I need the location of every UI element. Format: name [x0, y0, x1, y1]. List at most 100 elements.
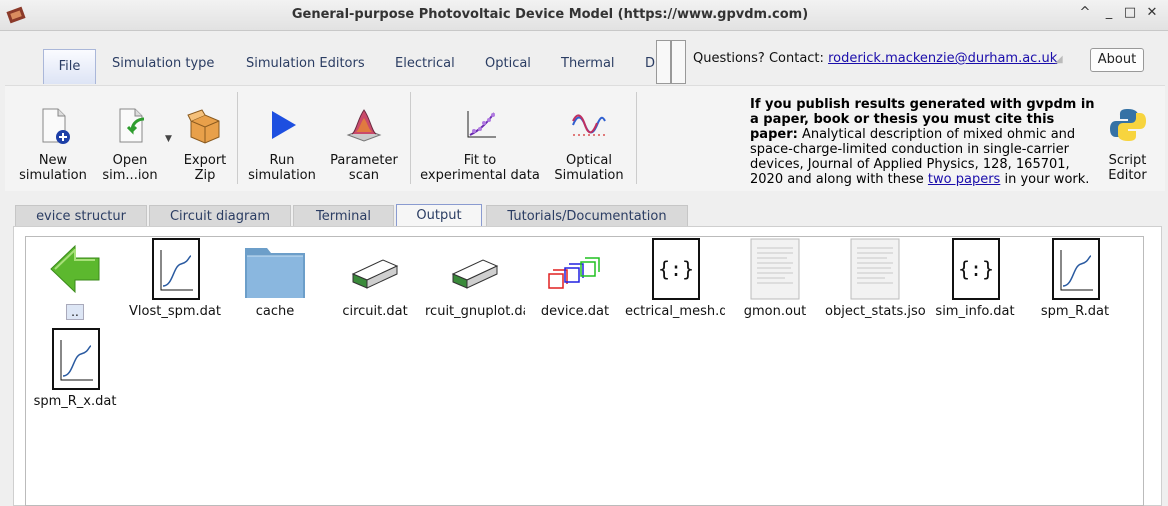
tab-scroll-right[interactable]: [671, 40, 686, 84]
tab-terminal[interactable]: Terminal: [293, 205, 394, 228]
python-icon: [1109, 109, 1146, 141]
optical-simulation-button[interactable]: Optical Simulation: [552, 105, 626, 183]
about-button[interactable]: About: [1090, 48, 1144, 72]
fit-label-1: Fit to: [463, 153, 497, 168]
file-name: rcuit_gnuplot.da: [425, 304, 525, 319]
tab-circuit-diagram[interactable]: Circuit diagram: [149, 205, 291, 228]
file-item[interactable]: circuit.dat: [325, 238, 425, 319]
file-name: cache: [255, 304, 295, 319]
open-simulation-label-1: Open: [112, 153, 148, 168]
folder-icon: [245, 238, 305, 300]
window-title: General-purpose Photovoltaic Device Mode…: [291, 7, 809, 22]
tab-file[interactable]: File: [43, 49, 96, 84]
optical-simulation-label-2: Simulation: [554, 168, 624, 183]
file-name: sim_info.dat: [935, 304, 1015, 319]
run-simulation-label-1: Run: [269, 153, 295, 168]
tab-scroll-left[interactable]: [656, 40, 671, 84]
tab-thermal[interactable]: Thermal: [553, 51, 623, 84]
file-item[interactable]: spm_R_x.dat: [25, 328, 125, 409]
file-item[interactable]: gmon.out: [725, 238, 825, 319]
file-item[interactable]: Vlost_spm.dat: [125, 238, 225, 319]
file-name: Vlost_spm.dat: [129, 304, 221, 319]
size-grip-icon: ◢: [1055, 54, 1063, 65]
svg-text:{:}: {:}: [658, 257, 694, 281]
shade-button[interactable]: ^: [1076, 5, 1094, 25]
new-simulation-label-2: simulation: [19, 168, 87, 183]
maximize-button[interactable]: □: [1121, 5, 1139, 25]
optical-simulation-label-1: Optical: [566, 153, 612, 168]
run-simulation-button[interactable]: Run simulation: [244, 105, 320, 183]
file-item[interactable]: cache: [225, 238, 325, 319]
toolbar-divider: [636, 92, 637, 184]
svg-text:{:}: {:}: [958, 257, 994, 281]
tab-scroll-buttons[interactable]: [656, 40, 686, 84]
tab-device-structure[interactable]: evice structur: [15, 205, 147, 228]
surface-plot-icon: [346, 109, 382, 142]
fit-experimental-data-button[interactable]: Fit to experimental data: [418, 105, 542, 183]
file-item[interactable]: {:} sim_info.dat: [925, 238, 1025, 319]
file-item[interactable]: device.dat: [525, 238, 625, 319]
fit-label-2: experimental data: [420, 168, 540, 183]
fit-graph-icon: [467, 111, 496, 138]
back-arrow-icon: [45, 238, 105, 300]
file-name: spm_R_x.dat: [33, 394, 117, 409]
file-name: ..: [66, 304, 84, 320]
parameter-scan-label-2: scan: [348, 168, 380, 183]
file-name: object_stats.json: [825, 304, 925, 319]
file-name: gmon.out: [743, 304, 807, 319]
tab-simulation-editors[interactable]: Simulation Editors: [238, 51, 373, 84]
script-editor-label-1: Script: [1108, 153, 1147, 168]
toolbar-divider: [237, 92, 238, 184]
close-button[interactable]: ✕: [1143, 5, 1161, 25]
plot-file-icon: [45, 328, 105, 390]
open-simulation-label-2: sim...ion: [102, 168, 158, 183]
script-editor-label-2: Editor: [1108, 168, 1147, 183]
json-file-icon: {:}: [645, 238, 705, 300]
tab-tutorials-documentation[interactable]: Tutorials/Documentation: [486, 205, 688, 228]
run-simulation-label-2: simulation: [248, 168, 316, 183]
file-item[interactable]: ..: [25, 238, 125, 324]
file-item[interactable]: {:} ectrical_mesh.d: [625, 238, 725, 319]
new-document-icon: [42, 108, 70, 144]
file-item[interactable]: spm_R.dat: [1025, 238, 1125, 319]
contact-prefix: Questions? Contact:: [693, 51, 824, 66]
parameter-scan-button[interactable]: Parameter scan: [326, 105, 402, 183]
toolbar-divider: [410, 92, 411, 184]
file-name: ectrical_mesh.d: [625, 304, 725, 319]
file-item[interactable]: object_stats.json: [825, 238, 925, 319]
device-cubes-icon: [545, 238, 605, 300]
block-icon: [445, 238, 505, 300]
text-file-icon: [745, 238, 805, 300]
open-dropdown-arrow-icon[interactable]: ▼: [165, 134, 172, 144]
new-simulation-button[interactable]: New simulation: [15, 105, 91, 183]
open-simulation-button[interactable]: Open sim...ion: [98, 105, 162, 183]
tab-optical[interactable]: Optical: [477, 51, 539, 84]
file-item[interactable]: rcuit_gnuplot.da: [425, 238, 525, 319]
contact-email-link[interactable]: roderick.mackenzie@durham.ac.uk: [828, 51, 1057, 66]
citation-tail: in your work.: [1000, 172, 1090, 187]
block-icon: [345, 238, 405, 300]
file-name: circuit.dat: [342, 304, 408, 319]
optical-wave-icon: [572, 114, 606, 136]
tab-electrical[interactable]: Electrical: [387, 51, 463, 84]
play-icon: [272, 111, 296, 139]
file-name: device.dat: [540, 304, 610, 319]
parameter-scan-label-1: Parameter: [330, 153, 398, 168]
export-zip-label-2: Zip: [194, 168, 216, 183]
citation-notice: If you publish results generated with gv…: [750, 97, 1100, 187]
open-document-icon: [119, 108, 145, 143]
json-file-icon: {:}: [945, 238, 1005, 300]
export-zip-button[interactable]: Export Zip: [180, 105, 230, 183]
tab-output[interactable]: Output: [396, 204, 482, 228]
script-editor-button[interactable]: Script Editor: [1100, 105, 1155, 183]
contact-line: Questions? Contact: roderick.mackenzie@d…: [693, 51, 1057, 66]
file-name: spm_R.dat: [1040, 304, 1110, 319]
tab-simulation-type[interactable]: Simulation type: [104, 51, 222, 84]
text-file-icon: [845, 238, 905, 300]
new-simulation-label-1: New: [38, 153, 68, 168]
two-papers-link[interactable]: two papers: [928, 172, 1000, 187]
plot-file-icon: [145, 238, 205, 300]
minimize-button[interactable]: _: [1100, 5, 1118, 25]
plot-file-icon: [1045, 238, 1105, 300]
export-zip-label-1: Export: [183, 153, 227, 168]
